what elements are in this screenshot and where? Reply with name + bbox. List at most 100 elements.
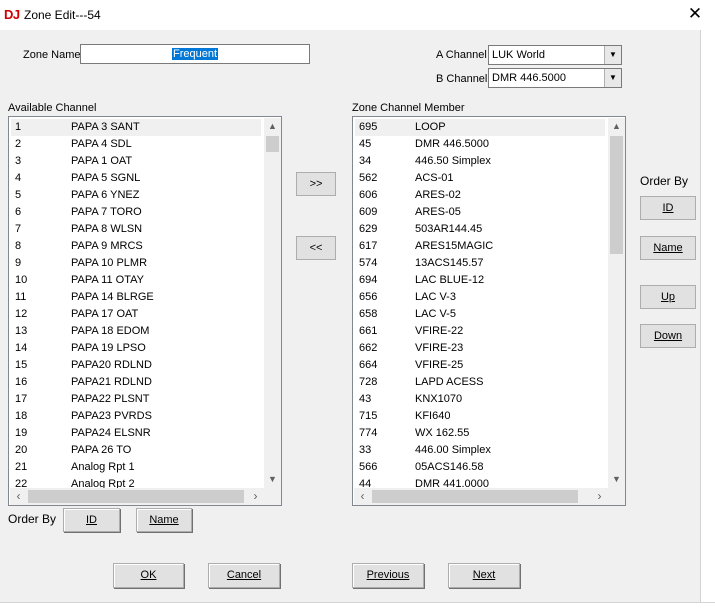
zone-member-row[interactable]: 664 VFIRE-25: [355, 357, 605, 374]
move-up-button[interactable]: Up: [640, 285, 696, 309]
channel-name: KFI640: [415, 410, 451, 422]
scroll-thumb[interactable]: [372, 490, 578, 503]
channel-number: 695: [359, 121, 378, 133]
scroll-thumb[interactable]: [610, 136, 623, 254]
available-channel-row[interactable]: 3 PAPA 1 OAT: [11, 153, 261, 170]
available-channel-list[interactable]: 1 PAPA 3 SANT 2 PAPA 4 SDL 3 PAPA 1 OAT 4 PAPA …: [8, 116, 282, 506]
zone-member-row[interactable]: 694 LAC BLUE-12: [355, 272, 605, 289]
zone-member-row[interactable]: 43 KNX1070: [355, 391, 605, 408]
add-to-zone-label: >>: [309, 178, 323, 190]
available-channel-row[interactable]: 9 PAPA 10 PLMR: [11, 255, 261, 272]
remove-from-zone-button[interactable]: <<: [296, 236, 336, 260]
zone-member-row[interactable]: 45 DMR 446.5000: [355, 136, 605, 153]
channel-number: 17: [15, 393, 28, 405]
available-channel-row[interactable]: 12 PAPA 17 OAT: [11, 306, 261, 323]
available-channel-row[interactable]: 10 PAPA 11 OTAY: [11, 272, 261, 289]
channel-number: 16: [15, 376, 28, 388]
available-channel-row[interactable]: 18 PAPA23 PVRDS: [11, 408, 261, 425]
available-channel-row[interactable]: 7 PAPA 8 WLSN: [11, 221, 261, 238]
zone-member-row[interactable]: 566 05ACS146.58: [355, 459, 605, 476]
zone-member-row[interactable]: 629 503AR144.45: [355, 221, 605, 238]
zone-member-row[interactable]: 715 KFI640: [355, 408, 605, 425]
available-channel-row[interactable]: 13 PAPA 18 EDOM: [11, 323, 261, 340]
zone-member-row[interactable]: 609 ARES-05: [355, 204, 605, 221]
zone-member-row[interactable]: 656 LAC V-3: [355, 289, 605, 306]
scroll-down-icon[interactable]: ▼: [608, 471, 625, 488]
ok-label: OK: [140, 569, 157, 581]
available-channel-row[interactable]: 4 PAPA 5 SGNL: [11, 170, 261, 187]
scroll-left-icon[interactable]: ‹: [10, 488, 27, 505]
channel-number: 11: [15, 291, 27, 303]
available-channel-row[interactable]: 16 PAPA21 RDLND: [11, 374, 261, 391]
vertical-scrollbar[interactable]: ▲ ▼: [264, 118, 281, 488]
available-channel-row[interactable]: 5 PAPA 6 YNEZ: [11, 187, 261, 204]
ok-button[interactable]: OK: [113, 563, 184, 588]
available-channel-row[interactable]: 6 PAPA 7 TORO: [11, 204, 261, 221]
add-to-zone-button[interactable]: >>: [296, 172, 336, 196]
zone-member-row[interactable]: 658 LAC V-5: [355, 306, 605, 323]
zone-member-row[interactable]: 661 VFIRE-22: [355, 323, 605, 340]
available-channel-row[interactable]: 2 PAPA 4 SDL: [11, 136, 261, 153]
available-order-by-id-button[interactable]: ID: [63, 508, 120, 532]
close-button[interactable]: ✕: [682, 3, 708, 25]
channel-name: PAPA 18 EDOM: [71, 325, 150, 337]
scroll-down-icon[interactable]: ▼: [264, 471, 281, 488]
channel-name: WX 162.55: [415, 427, 470, 439]
available-channel-row[interactable]: 19 PAPA24 ELSNR: [11, 425, 261, 442]
scroll-thumb[interactable]: [266, 136, 279, 152]
scroll-thumb[interactable]: [28, 490, 244, 503]
zone-name-input[interactable]: Frequent: [80, 44, 310, 64]
order-by-name-button[interactable]: Name: [640, 236, 696, 260]
zone-member-row[interactable]: 774 WX 162.55: [355, 425, 605, 442]
zone-member-row[interactable]: 695 LOOP: [355, 119, 605, 136]
channel-number: 34: [359, 155, 372, 167]
previous-button[interactable]: Previous: [352, 563, 424, 588]
available-channel-row[interactable]: 21 Analog Rpt 1: [11, 459, 261, 476]
zone-member-row[interactable]: 33 446.00 Simplex: [355, 442, 605, 459]
zone-member-list[interactable]: 695 LOOP 45 DMR 446.5000 34 446.50 Simplex 562…: [352, 116, 626, 506]
scroll-right-icon[interactable]: ›: [247, 488, 264, 505]
zone-member-row[interactable]: 662 VFIRE-23: [355, 340, 605, 357]
order-by-right-label: Order By: [640, 174, 689, 188]
move-down-button[interactable]: Down: [640, 324, 696, 348]
zone-member-row[interactable]: 606 ARES-02: [355, 187, 605, 204]
channel-name: VFIRE-25: [415, 359, 464, 371]
vertical-scrollbar[interactable]: ▲ ▼: [608, 118, 625, 488]
available-channel-row[interactable]: 11 PAPA 14 BLRGE: [11, 289, 261, 306]
cancel-button[interactable]: Cancel: [208, 563, 280, 588]
order-by-id-button[interactable]: ID: [640, 196, 696, 220]
b-channel-select[interactable]: DMR 446.5000 ▼: [488, 68, 622, 88]
zone-member-row[interactable]: 562 ACS-01: [355, 170, 605, 187]
available-channel-row[interactable]: 15 PAPA20 RDLND: [11, 357, 261, 374]
channel-name: PAPA 17 OAT: [71, 308, 139, 320]
available-channel-row[interactable]: 8 PAPA 9 MRCS: [11, 238, 261, 255]
available-order-by-name-button[interactable]: Name: [136, 508, 192, 532]
channel-name: 13ACS145.57: [415, 257, 484, 269]
chevron-down-icon[interactable]: ▼: [604, 69, 621, 87]
channel-name: PAPA 7 TORO: [71, 206, 142, 218]
horizontal-scrollbar[interactable]: ‹ ›: [10, 488, 264, 505]
zone-member-row[interactable]: 34 446.50 Simplex: [355, 153, 605, 170]
chevron-down-icon[interactable]: ▼: [604, 46, 621, 64]
zone-member-row[interactable]: 617 ARES15MAGIC: [355, 238, 605, 255]
available-channel-row[interactable]: 20 PAPA 26 TO: [11, 442, 261, 459]
zone-member-row[interactable]: 728 LAPD ACESS: [355, 374, 605, 391]
scroll-up-icon[interactable]: ▲: [608, 118, 625, 135]
available-channel-row[interactable]: 1 PAPA 3 SANT: [11, 119, 261, 136]
title-bar: DJ Zone Edit---54 ✕: [0, 0, 715, 30]
available-channel-row[interactable]: 17 PAPA22 PLSNT: [11, 391, 261, 408]
available-channel-row[interactable]: 14 PAPA 19 LPSO: [11, 340, 261, 357]
horizontal-scrollbar[interactable]: ‹ ›: [354, 488, 608, 505]
scroll-right-icon[interactable]: ›: [591, 488, 608, 505]
zone-member-row[interactable]: 574 13ACS145.57: [355, 255, 605, 272]
scroll-left-icon[interactable]: ‹: [354, 488, 371, 505]
cancel-label: Cancel: [226, 569, 262, 581]
channel-number: 617: [359, 240, 378, 252]
next-button[interactable]: Next: [448, 563, 520, 588]
channel-name: PAPA21 RDLND: [71, 376, 152, 388]
channel-name: PAPA23 PVRDS: [71, 410, 152, 422]
channel-number: 566: [359, 461, 378, 473]
a-channel-select[interactable]: LUK World ▼: [488, 45, 622, 65]
scroll-up-icon[interactable]: ▲: [264, 118, 281, 135]
channel-name: PAPA 9 MRCS: [71, 240, 143, 252]
